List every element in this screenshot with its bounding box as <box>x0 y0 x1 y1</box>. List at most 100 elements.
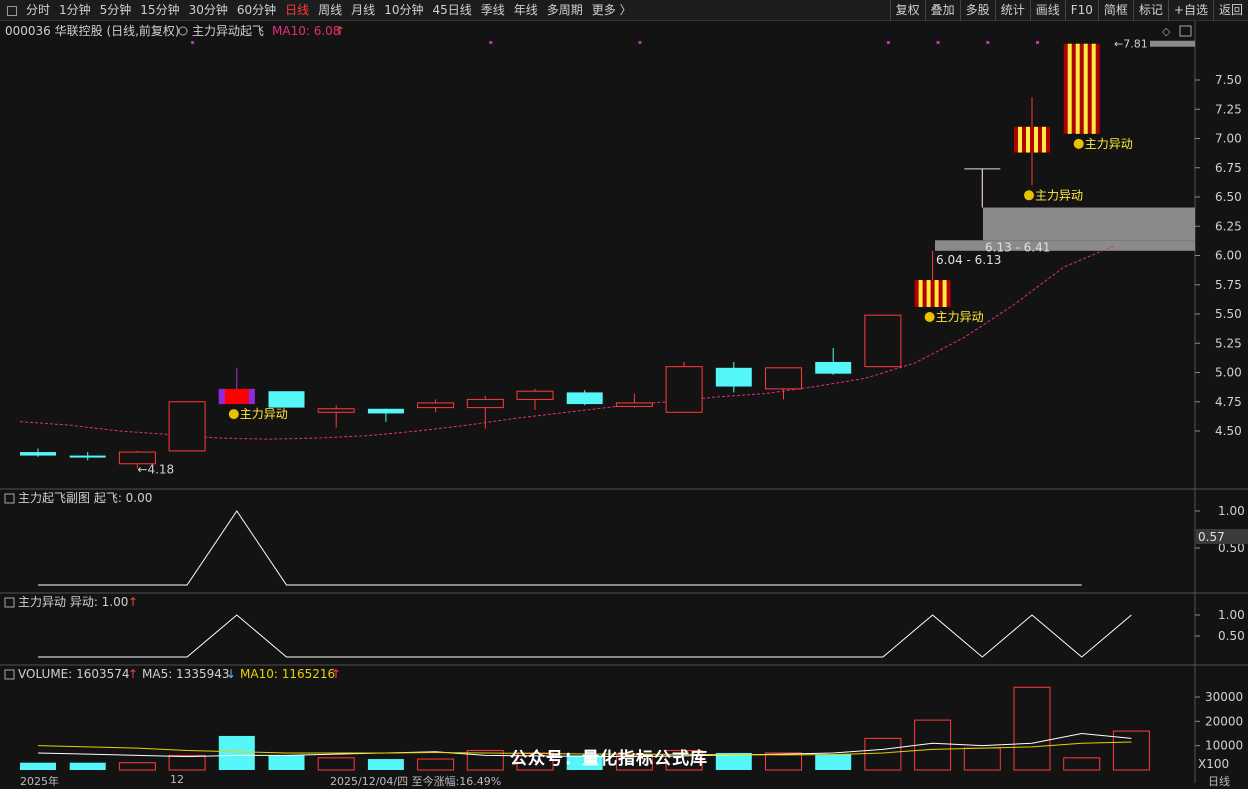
top-marker <box>986 41 990 44</box>
candle-stripe <box>918 280 923 307</box>
vol-tick-label: 10000 <box>1205 739 1243 753</box>
toolbar-buttons: 复权 叠加 多股 统计 画线 F10 简框 标记 +自选 返回 <box>889 0 1248 21</box>
top-marker <box>489 41 493 44</box>
vol-ma5-arrow: ↓ <box>226 667 236 681</box>
toolbar-button-6[interactable]: 简框 <box>1097 0 1133 21</box>
period-tab-5[interactable]: 60分钟 <box>237 0 276 21</box>
toolbar-button-7[interactable]: 标记 <box>1132 0 1168 21</box>
vol-unit-label: X100 <box>1198 757 1229 771</box>
sub1-header: 主力起飞副图 起飞: 0.00 <box>18 491 152 505</box>
candle-body <box>69 455 106 458</box>
zone-1-label: 6.04 - 6.13 <box>936 253 1001 267</box>
volume-bar <box>168 754 206 771</box>
volume-bar <box>268 755 305 770</box>
toolbar-button-8[interactable]: +自选 <box>1167 0 1213 21</box>
candle-body <box>566 392 603 405</box>
period-tab-12[interactable]: 年线 <box>514 0 538 21</box>
signal-label: 主力异动 <box>1085 137 1133 151</box>
toolbar-button-5[interactable]: F10 <box>1064 0 1098 21</box>
vol-header-ma10: MA10: 1165216 <box>240 667 335 681</box>
toolbar-button-3[interactable]: 统计 <box>994 0 1030 21</box>
period-tab-10[interactable]: 45日线 <box>432 0 471 21</box>
candle-stripe <box>926 280 931 307</box>
signal-label: 主力异动 <box>240 407 288 421</box>
candle-body <box>615 402 653 407</box>
candle-stripe <box>934 280 939 307</box>
top-marker <box>886 41 890 44</box>
price-tick-label: 7.25 <box>1215 102 1242 116</box>
toolbar-button-9[interactable]: 返回 <box>1212 0 1248 21</box>
main-header-indicator: 主力异动起飞 <box>192 24 264 38</box>
sub2-settings-icon <box>4 597 15 608</box>
candle-body <box>317 408 355 413</box>
candle-stripe <box>1091 43 1096 134</box>
top-marker <box>1036 41 1039 44</box>
takeoff-line <box>38 510 1082 586</box>
price-tick-label: 5.00 <box>1215 366 1242 380</box>
period-tab-9[interactable]: 10分钟 <box>384 0 423 21</box>
period-tab-7[interactable]: 周线 <box>318 0 342 21</box>
period-tab-6[interactable]: 日线 <box>285 0 309 21</box>
vol-ma10-arrow: ↑ <box>331 667 341 681</box>
zone-2-label: 6.13 - 6.41 <box>985 240 1050 254</box>
candle-body <box>815 361 852 374</box>
volume-bar <box>317 757 355 771</box>
period-tab-14[interactable]: 更多 〉 <box>592 0 632 21</box>
period-tab-2[interactable]: 5分钟 <box>100 0 132 21</box>
price-tick-label: 6.25 <box>1215 219 1242 233</box>
footer-month: 12 <box>170 773 184 786</box>
main-header-ma10: MA10: 6.08 <box>272 24 340 38</box>
volume-bar <box>69 762 106 770</box>
money-bag-icon <box>924 311 935 322</box>
toolbar-button-0[interactable]: 复权 <box>889 0 925 21</box>
candle-stripe <box>1067 43 1072 134</box>
low-price-label: ←4.18 <box>137 462 174 476</box>
volume-bar <box>815 754 852 770</box>
period-tab-8[interactable]: 月线 <box>351 0 375 21</box>
price-zone-top <box>1150 40 1195 47</box>
candle-stripe <box>1026 126 1030 153</box>
view-diamond-icon: ◇ <box>1162 25 1171 38</box>
window-icon[interactable] <box>7 5 17 16</box>
candle-body <box>715 367 752 387</box>
period-tab-11[interactable]: 季线 <box>481 0 505 21</box>
toolbar-button-4[interactable]: 画线 <box>1029 0 1065 21</box>
price-zone-2 <box>983 207 1195 241</box>
vol-tick-label: 30000 <box>1205 690 1243 704</box>
footer-year: 2025年 <box>20 775 59 788</box>
stock-chart[interactable]: 000036 华联控股 (日线,前复权) 主力异动起飞 MA10: 6.08↑ ◇7.… <box>0 21 1248 783</box>
price-tick-label: 5.25 <box>1215 336 1242 350</box>
candle-edge <box>248 388 255 405</box>
vol-arrow: ↑ <box>128 667 138 681</box>
sub-tick-label: 1.00 <box>1218 608 1245 622</box>
price-zone-1 <box>935 240 1195 251</box>
footer-period: 日线 <box>1208 775 1230 788</box>
period-tab-1[interactable]: 1分钟 <box>59 0 91 21</box>
candle-body <box>765 367 802 390</box>
sub-tick-label: 0.50 <box>1218 629 1245 643</box>
period-tab-13[interactable]: 多周期 <box>547 0 583 21</box>
vol-header-ma5: MA5: 1335943 <box>142 667 230 681</box>
panel-toggle-icon <box>1179 25 1192 37</box>
vol-header-volume: VOLUME: 1603574 <box>18 667 130 681</box>
candle-edge <box>218 388 225 405</box>
period-tab-3[interactable]: 15分钟 <box>140 0 179 21</box>
volume-bar <box>218 735 255 770</box>
high-price-label: ←7.81 <box>1114 38 1148 51</box>
signal-label: 主力异动 <box>936 310 984 324</box>
settings-icon <box>178 26 188 36</box>
footer-date-info: 2025/12/04/四 至今涨幅:16.49% <box>330 775 502 788</box>
signal-label: 主力异动 <box>1035 188 1083 202</box>
money-bag-icon <box>1024 190 1034 201</box>
period-tab-4[interactable]: 30分钟 <box>189 0 228 21</box>
price-tick-label: 6.00 <box>1215 249 1242 263</box>
sub-tick-label: 1.00 <box>1218 504 1245 518</box>
toolbar-button-2[interactable]: 多股 <box>959 0 995 21</box>
vol-tick-label: 20000 <box>1205 714 1243 728</box>
period-toolbar: 分时 1分钟 5分钟 15分钟 30分钟 60分钟 日线 周线 月线 10分钟 45日线 季线 年线 多周… <box>0 0 1248 21</box>
volume-bar <box>20 762 56 770</box>
period-tab-0[interactable]: 分时 <box>26 0 50 21</box>
price-tick-label: 7.50 <box>1215 73 1242 87</box>
anomaly-line <box>38 614 1132 658</box>
toolbar-button-1[interactable]: 叠加 <box>924 0 960 21</box>
